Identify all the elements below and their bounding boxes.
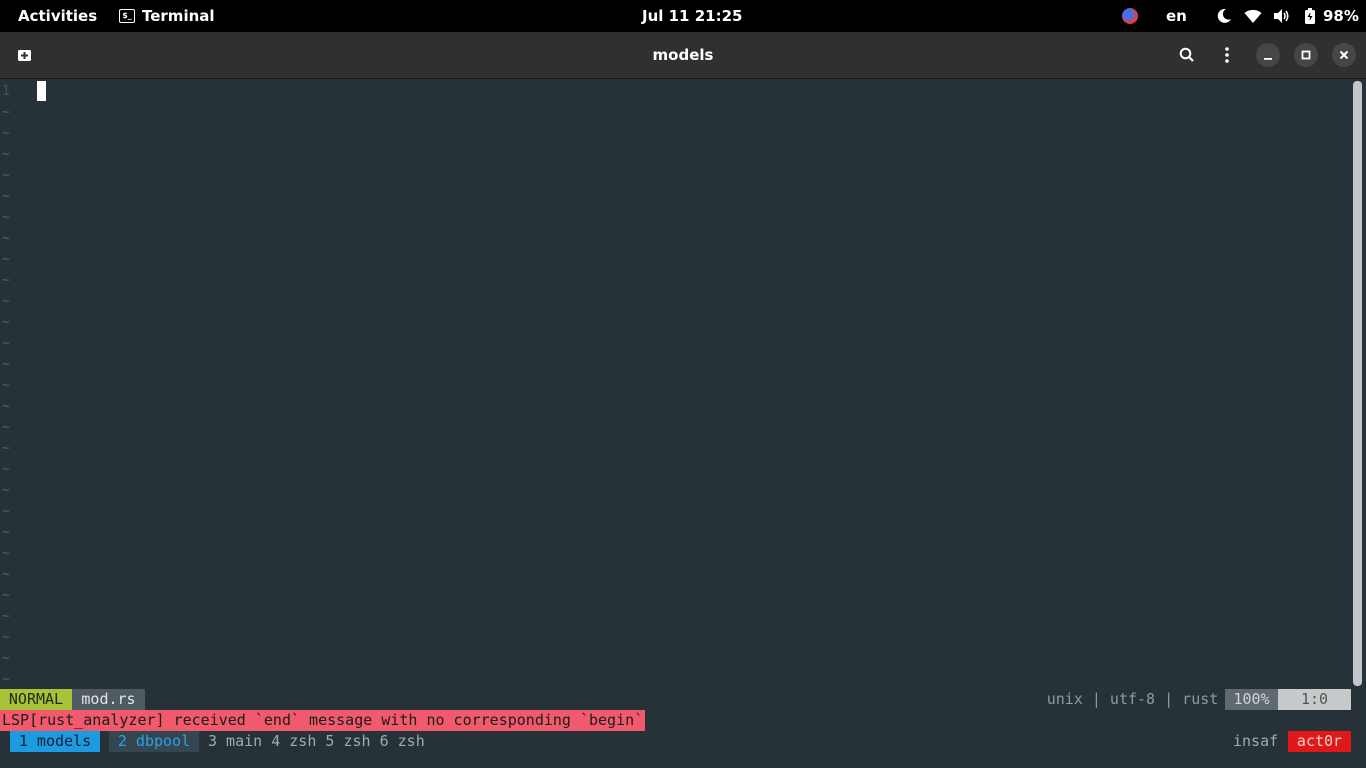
tilde-marker: ~ bbox=[2, 105, 10, 120]
tilde-marker: ~ bbox=[2, 525, 10, 540]
tilde-marker: ~ bbox=[2, 378, 10, 393]
menu-button[interactable] bbox=[1213, 41, 1241, 69]
app-menu[interactable]: $_ Terminal bbox=[119, 0, 215, 32]
scrollbar[interactable] bbox=[1353, 81, 1362, 686]
tilde-marker: ~ bbox=[2, 483, 10, 498]
wifi-icon[interactable] bbox=[1244, 8, 1262, 28]
maximize-button[interactable] bbox=[1294, 43, 1318, 67]
tilde-marker: ~ bbox=[2, 168, 10, 183]
tilde-marker: ~ bbox=[2, 441, 10, 456]
tilde-marker: ~ bbox=[2, 357, 10, 372]
search-button[interactable] bbox=[1173, 41, 1201, 69]
tilde-marker: ~ bbox=[2, 609, 10, 624]
text-cursor bbox=[37, 81, 46, 101]
tilde-marker: ~ bbox=[2, 672, 10, 687]
tilde-marker: ~ bbox=[2, 420, 10, 435]
tilde-marker: ~ bbox=[2, 210, 10, 225]
maximize-icon bbox=[1301, 50, 1311, 60]
tilde-marker: ~ bbox=[2, 252, 10, 267]
tilde-marker: ~ bbox=[2, 651, 10, 666]
minimize-button[interactable] bbox=[1256, 43, 1280, 67]
cursor-position: 1:0 bbox=[1278, 689, 1351, 710]
tmux-user: insaf bbox=[1233, 732, 1279, 750]
tmux-window-list[interactable]: 3 main 4 zsh 5 zsh 6 zsh bbox=[208, 731, 425, 752]
tilde-marker: ~ bbox=[2, 546, 10, 561]
close-icon bbox=[1339, 50, 1349, 60]
tilde-marker: ~ bbox=[2, 399, 10, 414]
tilde-marker: ~ bbox=[2, 504, 10, 519]
window-title: models bbox=[652, 46, 714, 64]
tray-app-icon[interactable] bbox=[1122, 8, 1138, 24]
tilde-marker: ~ bbox=[2, 462, 10, 477]
app-menu-label: Terminal bbox=[142, 7, 215, 25]
close-button[interactable] bbox=[1332, 43, 1356, 67]
tilde-marker: ~ bbox=[2, 126, 10, 141]
clock[interactable]: Jul 11 21:25 bbox=[642, 0, 742, 32]
tmux-window-active[interactable]: 1 models bbox=[10, 731, 100, 752]
tilde-marker: ~ bbox=[2, 567, 10, 582]
night-light-icon[interactable] bbox=[1216, 8, 1232, 28]
kebab-menu-icon bbox=[1225, 47, 1229, 63]
battery-icon[interactable] bbox=[1304, 8, 1316, 28]
mode-indicator: NORMAL bbox=[0, 689, 72, 710]
minimize-icon bbox=[1264, 58, 1272, 60]
new-tab-icon bbox=[18, 50, 31, 61]
tilde-marker: ~ bbox=[2, 588, 10, 603]
battery-percentage[interactable]: 98% bbox=[1323, 0, 1359, 32]
tilde-marker: ~ bbox=[2, 294, 10, 309]
line-number: 1 bbox=[2, 84, 10, 99]
tmux-host: act0r bbox=[1288, 731, 1351, 752]
file-info: unix | utf-8 | rust bbox=[1046, 690, 1219, 708]
lsp-error-message: LSP[rust_analyzer] received `end` messag… bbox=[0, 710, 646, 731]
scroll-percent: 100% bbox=[1225, 689, 1278, 710]
gnome-top-bar: Activities $_ Terminal Jul 11 21:25 en 98… bbox=[0, 0, 1366, 32]
tilde-marker: ~ bbox=[2, 147, 10, 162]
tilde-marker: ~ bbox=[2, 231, 10, 246]
search-icon bbox=[1179, 47, 1194, 62]
tmux-status-bar: 1 models 2 dbpool 3 main 4 zsh 5 zsh 6 z… bbox=[0, 731, 1351, 752]
new-tab-button[interactable] bbox=[10, 41, 38, 69]
terminal-app-icon: $_ bbox=[119, 8, 135, 23]
file-name: mod.rs bbox=[72, 689, 145, 710]
language-indicator[interactable]: en bbox=[1166, 0, 1187, 32]
activities-button[interactable]: Activities bbox=[18, 0, 97, 32]
tilde-marker: ~ bbox=[2, 315, 10, 330]
terminal-header-bar: models bbox=[0, 32, 1366, 79]
terminal-bottom-padding bbox=[0, 752, 1366, 768]
tilde-marker: ~ bbox=[2, 273, 10, 288]
volume-icon[interactable] bbox=[1273, 8, 1291, 28]
tilde-marker: ~ bbox=[2, 336, 10, 351]
tilde-marker: ~ bbox=[2, 630, 10, 645]
tilde-marker: ~ bbox=[2, 189, 10, 204]
terminal-content[interactable]: ~ ~ ~ ~ ~ ~ ~ ~ ~ ~ ~ ~ ~ ~ ~ ~ ~ ~ ~ ~ ~ ~ ~ ~ ~ ~ ~ ~ 1 NORMAL mo… bbox=[0, 79, 1366, 768]
tmux-window-2[interactable]: 2 dbpool bbox=[109, 731, 199, 752]
vim-statusline: NORMAL mod.rs unix | utf-8 | rust 100% 1… bbox=[0, 689, 1351, 710]
